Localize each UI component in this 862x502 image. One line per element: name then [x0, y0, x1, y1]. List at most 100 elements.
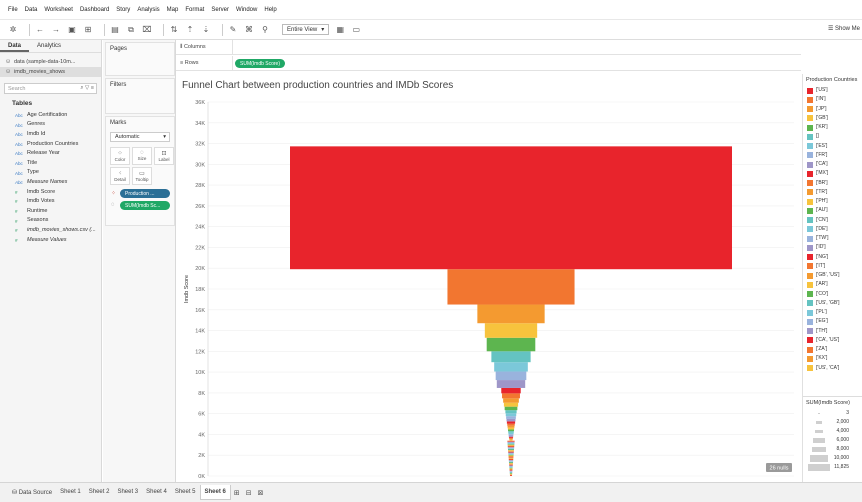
tab-analytics[interactable]: Analytics: [29, 40, 69, 52]
pages-card[interactable]: Pages: [105, 42, 175, 76]
field-item[interactable]: # Runtime: [0, 206, 101, 216]
presentation-icon[interactable]: ▭: [351, 25, 361, 34]
legend-item[interactable]: ['FR']: [803, 151, 862, 160]
legend-item[interactable]: ['TR']: [803, 188, 862, 197]
legend-item[interactable]: ['NG']: [803, 253, 862, 262]
legend-item[interactable]: ['GB', 'US']: [803, 271, 862, 280]
legend-item[interactable]: ['CA']: [803, 160, 862, 169]
legend-item[interactable]: ['DE']: [803, 225, 862, 234]
field-item[interactable]: # Imdb Score: [0, 187, 101, 197]
menu-item-analysis[interactable]: Analysis: [137, 7, 159, 13]
new-story-icon[interactable]: ⊠: [258, 489, 264, 497]
legend-item[interactable]: ['KR']: [803, 123, 862, 132]
legend-item[interactable]: ['GB']: [803, 114, 862, 123]
list-view-icon[interactable]: ≡: [91, 85, 94, 91]
clear-sheet-icon[interactable]: ⌧: [142, 25, 152, 34]
filter-icon[interactable]: ▽: [85, 85, 89, 91]
legend-item[interactable]: ['KX']: [803, 354, 862, 363]
menu-item-data[interactable]: Data: [25, 7, 38, 13]
legend-item[interactable]: ['US', 'CA']: [803, 364, 862, 373]
menu-item-story[interactable]: Story: [116, 7, 130, 13]
tableau-logo-icon[interactable]: ✲: [8, 25, 18, 34]
menu-item-dashboard[interactable]: Dashboard: [80, 7, 109, 13]
legend-item[interactable]: ['US', 'GB']: [803, 299, 862, 308]
tooltip-button[interactable]: ▭ Tooltip: [132, 167, 152, 185]
fit-dropdown[interactable]: Entire View ▾: [282, 24, 330, 35]
color-pill[interactable]: Production ...: [120, 189, 170, 198]
sort-desc-icon[interactable]: ⇣: [201, 25, 211, 34]
mark-type-dropdown[interactable]: Automatic ▾: [110, 132, 170, 142]
field-item[interactable]: # Seasons: [0, 216, 101, 226]
legend-item[interactable]: ['US']: [803, 86, 862, 95]
size-button[interactable]: ◌ Size: [132, 147, 152, 165]
legend-item[interactable]: ['CO']: [803, 290, 862, 299]
field-item[interactable]: Abc Title: [0, 158, 101, 168]
sheet-tab[interactable]: Sheet 6: [199, 485, 231, 500]
sheet-tab[interactable]: Sheet 2: [85, 485, 114, 500]
new-sheet-icon[interactable]: ▤: [110, 25, 120, 34]
new-datasource-icon[interactable]: ⊞: [83, 25, 93, 34]
pin-icon[interactable]: ⚲: [260, 25, 270, 34]
show-me-button[interactable]: ☰ Show Me: [828, 25, 860, 32]
menu-item-worksheet[interactable]: Worksheet: [44, 7, 73, 13]
color-button[interactable]: ⁘ Color: [110, 147, 130, 165]
legend-item[interactable]: ['JP']: [803, 105, 862, 114]
search-icon[interactable]: ⌕: [80, 85, 83, 91]
legend-item[interactable]: ['EG']: [803, 317, 862, 326]
data-source-tab[interactable]: ⛁ Data Source: [8, 485, 56, 500]
menu-item-format[interactable]: Format: [185, 7, 204, 13]
field-item[interactable]: Abc Age Certification: [0, 110, 101, 120]
filters-card[interactable]: Filters: [105, 78, 175, 114]
size-pill[interactable]: SUM(Imdb Sc...: [120, 201, 170, 210]
menu-item-help[interactable]: Help: [264, 7, 276, 13]
field-item[interactable]: Abc Production Countries: [0, 139, 101, 149]
field-item[interactable]: # Imdb Votes: [0, 196, 101, 206]
new-worksheet-icon[interactable]: ⊞: [234, 489, 240, 497]
legend-item[interactable]: ['IT']: [803, 262, 862, 271]
search-input[interactable]: Search ⌕ ▽ ≡: [4, 83, 97, 94]
columns-shelf[interactable]: ⦀ Columns: [176, 40, 801, 55]
field-item[interactable]: # imdb_movies_shows.csv (...: [0, 225, 101, 235]
field-item[interactable]: Abc Release Year: [0, 148, 101, 158]
rows-pill[interactable]: SUM(Imdb Score): [235, 59, 286, 68]
legend-item[interactable]: ['CN']: [803, 216, 862, 225]
legend-item[interactable]: ['IN']: [803, 95, 862, 104]
undo-icon[interactable]: ←: [35, 25, 45, 34]
redo-icon[interactable]: →: [51, 25, 61, 34]
group-icon[interactable]: ⌘: [244, 25, 254, 34]
field-item[interactable]: Abc Measure Names: [0, 177, 101, 187]
rows-shelf[interactable]: ≡ Rows SUM(Imdb Score): [176, 56, 801, 71]
datasource-item[interactable]: ⛁ imdb_movies_shows: [0, 67, 101, 77]
menu-item-map[interactable]: Map: [167, 7, 179, 13]
legend-item[interactable]: ['ZA']: [803, 345, 862, 354]
sheet-tab[interactable]: Sheet 5: [171, 485, 200, 500]
legend-item[interactable]: ['CA', 'US']: [803, 336, 862, 345]
legend-item[interactable]: ['BR']: [803, 179, 862, 188]
legend-item[interactable]: []: [803, 132, 862, 141]
highlight-icon[interactable]: ✎: [228, 25, 238, 34]
sheet-tab[interactable]: Sheet 4: [142, 485, 171, 500]
legend-item[interactable]: ['AR']: [803, 280, 862, 289]
sheet-tab[interactable]: Sheet 1: [56, 485, 85, 500]
detail-button[interactable]: ⁖ Detail: [110, 167, 130, 185]
legend-item[interactable]: ['PL']: [803, 308, 862, 317]
duplicate-sheet-icon[interactable]: ⧉: [126, 25, 136, 35]
field-item[interactable]: Abc Type: [0, 168, 101, 178]
tab-data[interactable]: Data: [0, 40, 30, 52]
sort-asc-icon[interactable]: ⇡: [185, 25, 195, 34]
sheet-tab[interactable]: Sheet 3: [113, 485, 142, 500]
save-icon[interactable]: ▣: [67, 25, 77, 34]
legend-item[interactable]: ['TW']: [803, 234, 862, 243]
field-item[interactable]: Abc Imdb Id: [0, 129, 101, 139]
label-button[interactable]: ⊡ Label: [154, 147, 174, 165]
legend-item[interactable]: ['MX']: [803, 169, 862, 178]
legend-item[interactable]: ['AU']: [803, 206, 862, 215]
chart-icon[interactable]: ▦: [335, 25, 345, 34]
datasource-item[interactable]: ⛁ data (sample-data-10m...: [0, 57, 101, 67]
field-item[interactable]: Abc Genres: [0, 120, 101, 130]
swap-icon[interactable]: ⇅: [169, 25, 179, 34]
legend-item[interactable]: ['PH']: [803, 197, 862, 206]
menu-item-window[interactable]: Window: [236, 7, 257, 13]
legend-item[interactable]: ['ES']: [803, 142, 862, 151]
menu-item-file[interactable]: File: [8, 7, 18, 13]
